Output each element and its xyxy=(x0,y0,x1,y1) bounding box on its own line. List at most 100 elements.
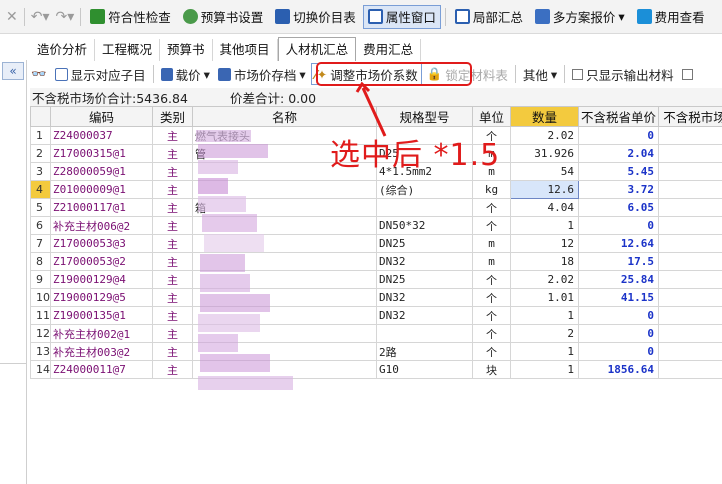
tab-fee-summary[interactable]: 费用汇总 xyxy=(356,39,422,61)
market-price-cell[interactable] xyxy=(658,288,722,307)
unit-cell[interactable]: 个 xyxy=(472,342,511,361)
market-price-cell[interactable] xyxy=(658,324,722,343)
code-cell[interactable]: 补充主材003@2 xyxy=(50,342,153,361)
spec-cell[interactable]: (综合) xyxy=(376,180,473,199)
name-cell[interactable]: 箱 xyxy=(192,198,377,217)
category-cell[interactable]: 主 xyxy=(152,360,193,379)
redo-icon[interactable]: ↷▾ xyxy=(54,9,77,25)
provincial-price-cell[interactable]: 25.84 xyxy=(578,270,659,289)
market-price-cell[interactable] xyxy=(658,234,722,253)
header-name[interactable]: 名称 xyxy=(192,106,377,127)
table-row[interactable]: 6 补充主材006@2 主 DN50*32 个 1 0 xyxy=(30,216,722,235)
provincial-price-cell[interactable]: 1856.64 xyxy=(578,360,659,379)
load-price-button[interactable]: 载价 ▾ xyxy=(158,63,213,85)
table-row[interactable]: 12 补充主材002@1 主 个 2 0 xyxy=(30,324,722,343)
unit-cell[interactable]: 个 xyxy=(472,198,511,217)
multi-scheme-quote-button[interactable]: 多方案报价 ▾ xyxy=(530,5,630,29)
code-cell[interactable]: Z17000053@3 xyxy=(50,234,153,253)
cost-view-button[interactable]: 费用查看 xyxy=(632,5,710,29)
quantity-cell[interactable]: 4.04 xyxy=(510,198,579,217)
tab-budget-book[interactable]: 预算书 xyxy=(160,39,213,61)
unit-cell[interactable]: m xyxy=(472,252,511,271)
code-cell[interactable]: Z28000059@1 xyxy=(50,162,153,181)
quantity-cell[interactable]: 2.02 xyxy=(510,126,579,145)
tab-project-overview[interactable]: 工程概况 xyxy=(95,39,161,61)
row-index[interactable]: 12 xyxy=(30,324,51,343)
market-price-archive-button[interactable]: 市场价存档 ▾ xyxy=(215,63,309,85)
provincial-price-cell[interactable]: 41.15 xyxy=(578,288,659,307)
market-price-cell[interactable] xyxy=(658,180,722,199)
row-index[interactable]: 13 xyxy=(30,342,51,361)
category-cell[interactable]: 主 xyxy=(152,342,193,361)
provincial-price-cell[interactable]: 6.05 xyxy=(578,198,659,217)
table-row[interactable]: 13 补充主材003@2 主 2路个 1 0 xyxy=(30,342,722,361)
table-row[interactable]: 11 Z19000135@1 主 DN32 个 1 0 xyxy=(30,306,722,325)
quantity-cell[interactable]: 12 xyxy=(510,234,579,253)
row-index[interactable]: 6 xyxy=(30,216,51,235)
provincial-price-cell[interactable]: 3.72 xyxy=(578,180,659,199)
unit-cell[interactable]: 个 xyxy=(472,216,511,235)
name-cell[interactable] xyxy=(192,216,377,235)
unit-cell[interactable]: 块 xyxy=(472,360,511,379)
name-cell[interactable] xyxy=(192,234,377,253)
provincial-price-cell[interactable]: 17.5 xyxy=(578,252,659,271)
other-menu-button[interactable]: 其他 ▾ xyxy=(520,63,560,85)
market-price-cell[interactable] xyxy=(658,270,722,289)
table-row[interactable]: 7 Z17000053@3 主 DN25 m 12 12.64 xyxy=(30,234,722,253)
market-price-cell[interactable] xyxy=(658,162,722,181)
code-cell[interactable]: 补充主材002@1 xyxy=(50,324,153,343)
spec-cell[interactable] xyxy=(376,198,473,217)
budget-settings-button[interactable]: 预算书设置 xyxy=(178,5,269,29)
market-price-cell[interactable] xyxy=(658,360,722,379)
row-index[interactable]: 8 xyxy=(30,252,51,271)
row-index[interactable]: 14 xyxy=(30,360,51,379)
quantity-cell[interactable]: 1 xyxy=(510,342,579,361)
name-cell[interactable] xyxy=(192,270,377,289)
market-price-cell[interactable] xyxy=(658,252,722,271)
header-code[interactable]: 编码 xyxy=(50,106,153,127)
category-cell[interactable]: 主 xyxy=(152,144,193,163)
quantity-cell[interactable]: 2.02 xyxy=(510,270,579,289)
row-index[interactable]: 11 xyxy=(30,306,51,325)
category-cell[interactable]: 主 xyxy=(152,216,193,235)
unit-cell[interactable]: 个 xyxy=(472,288,511,307)
compliance-check-button[interactable]: 符合性检查 xyxy=(85,5,176,29)
quantity-cell[interactable]: 2 xyxy=(510,324,579,343)
quantity-cell[interactable]: 18 xyxy=(510,252,579,271)
quantity-cell[interactable]: 12.6 xyxy=(510,180,579,199)
spec-cell[interactable]: DN32 xyxy=(376,252,473,271)
spec-cell[interactable] xyxy=(376,324,473,343)
show-child-items-button[interactable]: 显示对应子目 xyxy=(52,63,149,85)
name-cell[interactable] xyxy=(192,306,377,325)
category-cell[interactable]: 主 xyxy=(152,306,193,325)
category-cell[interactable]: 主 xyxy=(152,180,193,199)
unit-cell[interactable]: kg xyxy=(472,180,511,199)
header-provincial-price[interactable]: 不含税省单价 xyxy=(578,106,659,127)
market-price-cell[interactable] xyxy=(658,306,722,325)
code-cell[interactable]: Z19000135@1 xyxy=(50,306,153,325)
binocular-search-button[interactable]: 👓 xyxy=(28,63,50,85)
row-index[interactable]: 4 xyxy=(30,180,51,199)
table-row[interactable]: 10 Z19000129@5 主 DN32 个 1.01 41.15 xyxy=(30,288,722,307)
row-index[interactable]: 10 xyxy=(30,288,51,307)
header-market-price[interactable]: 不含税市场 xyxy=(658,106,722,127)
unit-cell[interactable]: m xyxy=(472,234,511,253)
row-index[interactable]: 9 xyxy=(30,270,51,289)
undo-icon[interactable]: ↶▾ xyxy=(29,9,52,25)
spec-cell[interactable]: DN25 xyxy=(376,270,473,289)
code-cell[interactable]: Z19000129@5 xyxy=(50,288,153,307)
provincial-price-cell[interactable]: 0 xyxy=(578,216,659,235)
market-price-cell[interactable] xyxy=(658,198,722,217)
quantity-cell[interactable]: 1.01 xyxy=(510,288,579,307)
provincial-price-cell[interactable]: 2.04 xyxy=(578,144,659,163)
table-row[interactable]: 14 Z24000011@7 主 G10 块 1 1856.64 xyxy=(30,360,722,379)
table-row[interactable]: 9 Z19000129@4 主 DN25 个 2.02 25.84 xyxy=(30,270,722,289)
table-row[interactable]: 4 Z01000009@1 主 (综合) kg 12.6 3.72 xyxy=(30,180,722,199)
row-index[interactable]: 3 xyxy=(30,162,51,181)
row-index[interactable]: 5 xyxy=(30,198,51,217)
provincial-price-cell[interactable]: 0 xyxy=(578,306,659,325)
category-cell[interactable]: 主 xyxy=(152,252,193,271)
spec-cell[interactable]: G10 xyxy=(376,360,473,379)
quantity-cell[interactable]: 54 xyxy=(510,162,579,181)
header-unit[interactable]: 单位 xyxy=(472,106,511,127)
